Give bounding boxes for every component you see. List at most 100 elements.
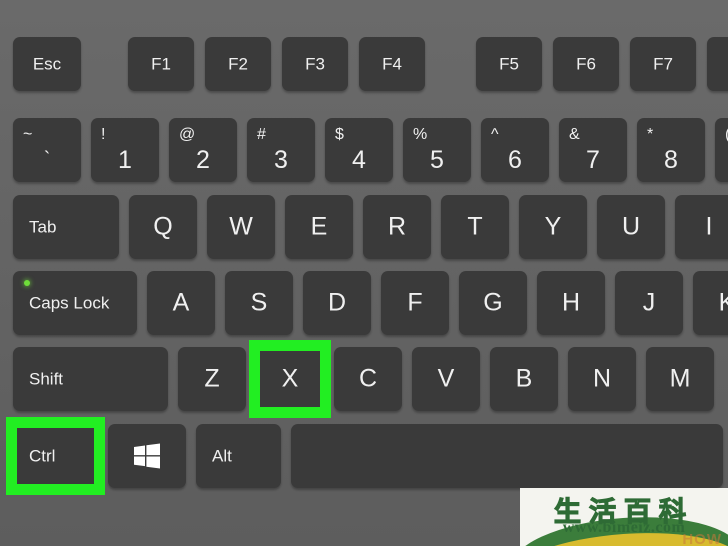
key-legend-lower: 3 <box>274 146 288 174</box>
key-legend: M <box>669 364 691 393</box>
key-backtick[interactable]: ~ ` <box>13 118 81 182</box>
key-legend: Z <box>204 364 220 393</box>
key-a[interactable]: A <box>147 271 215 335</box>
key-digit-6[interactable]: ^ 6 <box>481 118 549 182</box>
key-legend-upper: ! <box>101 126 106 143</box>
key-digit-8[interactable]: * 8 <box>637 118 705 182</box>
key-legend-upper: * <box>647 126 654 143</box>
key-legend: F7 <box>653 54 673 74</box>
key-esc[interactable]: Esc <box>13 37 81 91</box>
keyboard-scene: EscF1F2F3F4F5F6F7~`!1@2#3$4%5^6&7*8(TabQ… <box>0 0 728 546</box>
key-legend-upper: % <box>413 126 428 143</box>
key-x[interactable]: X <box>256 347 324 411</box>
key-d[interactable]: D <box>303 271 371 335</box>
key-m[interactable]: M <box>646 347 714 411</box>
key-legend: G <box>483 288 503 317</box>
key-z[interactable]: Z <box>178 347 246 411</box>
key-tab[interactable]: Tab <box>13 195 119 259</box>
key-b[interactable]: B <box>490 347 558 411</box>
key-legend: F1 <box>151 54 171 74</box>
key-digit-7[interactable]: & 7 <box>559 118 627 182</box>
key-legend: R <box>387 212 407 241</box>
key-digit-9[interactable]: ( <box>715 118 728 182</box>
key-f4[interactable]: F4 <box>359 37 425 91</box>
key-legend: D <box>327 288 347 317</box>
key-legend: F5 <box>499 54 519 74</box>
key-space[interactable] <box>291 424 723 488</box>
key-f[interactable]: F <box>381 271 449 335</box>
key-legend: Shift <box>29 369 64 389</box>
key-legend: Ctrl <box>29 446 56 466</box>
key-f6[interactable]: F6 <box>553 37 619 91</box>
key-f7[interactable]: F7 <box>630 37 696 91</box>
key-legend: H <box>561 288 581 317</box>
key-legend: Y <box>544 212 562 241</box>
key-legend: F4 <box>382 54 402 74</box>
key-legend: B <box>515 364 533 393</box>
key-q[interactable]: Q <box>129 195 197 259</box>
key-v[interactable]: V <box>412 347 480 411</box>
key-legend: V <box>437 364 455 393</box>
key-r[interactable]: R <box>363 195 431 259</box>
key-shift-left[interactable]: Shift <box>13 347 168 411</box>
key-legend-lower: ` <box>43 149 51 170</box>
key-alt-left[interactable]: Alt <box>196 424 281 488</box>
key-y[interactable]: Y <box>519 195 587 259</box>
key-f2[interactable]: F2 <box>205 37 271 91</box>
key-legend: F <box>407 288 423 317</box>
key-legend: K <box>718 288 728 317</box>
key-legend-upper: ~ <box>23 126 33 143</box>
key-i[interactable]: I <box>675 195 728 259</box>
key-legend: S <box>250 288 268 317</box>
key-legend-upper: ^ <box>491 126 499 143</box>
key-legend-lower: 4 <box>352 146 366 174</box>
key-u[interactable]: U <box>597 195 665 259</box>
key-k[interactable]: K <box>693 271 728 335</box>
key-legend: Tab <box>29 217 57 237</box>
key-caps-lock[interactable]: Caps Lock <box>13 271 137 335</box>
key-legend: W <box>229 212 253 241</box>
watermark-logo: 生活百科 www.bimeiz.com HOW <box>520 488 728 546</box>
key-windows[interactable] <box>108 424 186 488</box>
key-legend-lower: 6 <box>508 146 522 174</box>
key-legend-upper: & <box>569 126 580 143</box>
key-g[interactable]: G <box>459 271 527 335</box>
key-digit-4[interactable]: $4 <box>325 118 393 182</box>
key-legend-upper: @ <box>179 126 196 143</box>
key-h[interactable]: H <box>537 271 605 335</box>
key-legend-lower: 2 <box>196 146 210 174</box>
key-legend-lower: 8 <box>664 146 678 174</box>
key-legend-lower: 7 <box>586 146 600 174</box>
key-ctrl-left[interactable]: Ctrl <box>13 424 98 488</box>
key-legend: A <box>172 288 190 317</box>
key-e[interactable]: E <box>285 195 353 259</box>
key-legend: F6 <box>576 54 596 74</box>
key-t[interactable]: T <box>441 195 509 259</box>
key-j[interactable]: J <box>615 271 683 335</box>
key-legend-lower: 5 <box>430 146 444 174</box>
key-digit-3[interactable]: #3 <box>247 118 315 182</box>
key-legend: Alt <box>212 446 232 466</box>
key-legend: X <box>281 364 299 393</box>
key-digit-1[interactable]: ! 1 <box>91 118 159 182</box>
key-f1[interactable]: F1 <box>128 37 194 91</box>
key-legend: Caps Lock <box>29 293 110 313</box>
key-legend: U <box>621 212 641 241</box>
key-digit-5[interactable]: % 5 <box>403 118 471 182</box>
key-digit-2[interactable]: @2 <box>169 118 237 182</box>
key-legend: F2 <box>228 54 248 74</box>
key-f5[interactable]: F5 <box>476 37 542 91</box>
watermark-ghost-text: HOW <box>682 531 722 546</box>
key-legend: Q <box>153 212 173 241</box>
key-legend: E <box>310 212 328 241</box>
key-legend: C <box>358 364 378 393</box>
key-f3[interactable]: F3 <box>282 37 348 91</box>
key-s[interactable]: S <box>225 271 293 335</box>
key-f8[interactable] <box>707 37 728 91</box>
windows-logo-icon <box>134 443 160 469</box>
key-w[interactable]: W <box>207 195 275 259</box>
key-n[interactable]: N <box>568 347 636 411</box>
key-c[interactable]: C <box>334 347 402 411</box>
key-legend: J <box>642 288 656 317</box>
key-legend: I <box>705 212 713 241</box>
